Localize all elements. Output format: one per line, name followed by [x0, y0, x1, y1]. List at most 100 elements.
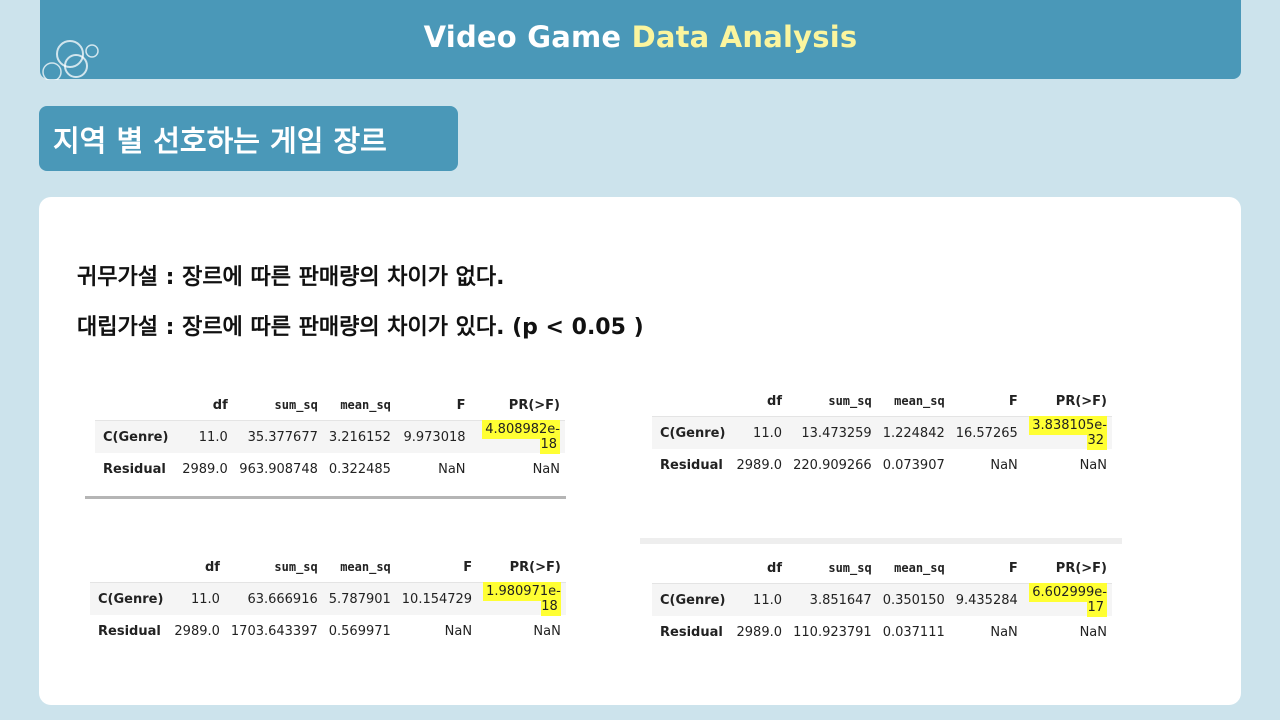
row-index: Residual — [660, 624, 723, 640]
cell-mean-sq: 0.037111 — [882, 624, 945, 640]
cell-f: 10.154729 — [395, 582, 478, 615]
table-row: Residual 2989.0 110.923791 0.037111 NaN … — [652, 616, 1112, 648]
table-row: Residual 2989.0 220.909266 0.073907 NaN … — [652, 449, 1112, 481]
cell-pr: 3.838105e-32 — [1022, 416, 1112, 450]
column-header-f: F — [949, 553, 1023, 584]
column-header-pr: PR(>F) — [1022, 386, 1112, 417]
table-row: C(Genre) 11.0 35.377677 3.216152 9.97301… — [95, 420, 565, 454]
alternative-hypothesis: 대립가설 : 장르에 따른 판매량의 차이가 있다. (p < 0.05 ) — [77, 315, 644, 340]
cell-pr: 4.808982e-18 — [470, 420, 565, 454]
column-header-df: df — [175, 390, 233, 421]
column-header-df: df — [730, 386, 787, 417]
column-header-pr: PR(>F) — [470, 390, 565, 421]
column-header-sum-sq: sum_sq — [224, 552, 323, 583]
table-header-row: df sum_sq mean_sq F PR(>F) — [90, 552, 566, 583]
section-tab: 지역 별 선호하는 게임 장르 — [39, 106, 458, 171]
table-row: Residual 2989.0 963.908748 0.322485 NaN … — [95, 453, 565, 485]
column-header-mean-sq: mean_sq — [322, 552, 396, 583]
column-header-f: F — [949, 386, 1023, 417]
cell-mean-sq: 3.216152 — [322, 420, 396, 453]
cell-df: 11.0 — [175, 420, 233, 453]
cell-sum-sq: 13.473259 — [787, 416, 877, 449]
cell-f: NaN — [990, 624, 1018, 640]
title-main: Video Game — [423, 20, 632, 54]
cell-pr: 6.602999e-17 — [1022, 583, 1112, 617]
row-index: C(Genre) — [95, 420, 176, 453]
cell-df: 2989.0 — [182, 461, 228, 477]
column-header-index — [652, 386, 731, 417]
highlighted-p-value: 3.838105e-32 — [1029, 416, 1107, 450]
cell-pr: NaN — [532, 461, 560, 477]
header-bar: Video Game Data Analysis — [40, 0, 1241, 80]
row-index: C(Genre) — [652, 583, 731, 616]
cell-sum-sq: 3.851647 — [787, 583, 877, 616]
cell-sum-sq: 35.377677 — [232, 420, 323, 453]
cell-mean-sq: 0.350150 — [876, 583, 950, 616]
cell-mean-sq: 0.073907 — [882, 457, 945, 473]
highlighted-p-value: 1.980971e-18 — [483, 582, 561, 616]
anova-table-4: df sum_sq mean_sq F PR(>F) C(Genre) 11.0… — [652, 553, 1112, 648]
cell-df: 11.0 — [730, 416, 787, 449]
cell-f: NaN — [444, 623, 473, 639]
cell-f: 9.973018 — [395, 420, 471, 453]
cell-pr: NaN — [1079, 624, 1107, 640]
anova-table-1: df sum_sq mean_sq F PR(>F) C(Genre) 11.0… — [95, 390, 565, 485]
cell-f: NaN — [990, 457, 1018, 473]
anova-table-3: df sum_sq mean_sq F PR(>F) C(Genre) 11.0… — [90, 552, 566, 647]
row-index: Residual — [98, 623, 161, 639]
column-header-index — [95, 390, 176, 421]
cell-df: 11.0 — [168, 582, 225, 615]
cell-mean-sq: 5.787901 — [322, 582, 396, 615]
table-header-row: df sum_sq mean_sq F PR(>F) — [652, 553, 1112, 584]
row-index: C(Genre) — [90, 582, 169, 615]
column-header-f: F — [395, 390, 471, 421]
cell-f: 16.57265 — [949, 416, 1023, 449]
section-title: 지역 별 선호하는 게임 장르 — [53, 124, 387, 158]
row-index: Residual — [660, 457, 723, 473]
column-header-pr: PR(>F) — [477, 552, 566, 583]
column-header-mean-sq: mean_sq — [322, 390, 396, 421]
row-index: C(Genre) — [652, 416, 731, 449]
column-header-f: F — [395, 552, 478, 583]
row-index: Residual — [103, 461, 166, 477]
column-header-df: df — [730, 553, 787, 584]
null-hypothesis: 귀무가설 : 장르에 따른 판매량의 차이가 없다. — [77, 265, 505, 290]
highlighted-p-value: 6.602999e-17 — [1029, 583, 1107, 617]
table-row: C(Genre) 11.0 13.473259 1.224842 16.5726… — [652, 416, 1112, 450]
cell-sum-sq: 963.908748 — [239, 461, 318, 477]
cell-sum-sq: 110.923791 — [793, 624, 872, 640]
cell-sum-sq: 63.666916 — [224, 582, 323, 615]
column-header-sum-sq: sum_sq — [232, 390, 323, 421]
table-row: C(Genre) 11.0 63.666916 5.787901 10.1547… — [90, 582, 566, 616]
column-header-sum-sq: sum_sq — [787, 386, 877, 417]
cell-sum-sq: 220.909266 — [793, 457, 872, 473]
highlighted-p-value: 4.808982e-18 — [482, 420, 560, 454]
column-header-pr: PR(>F) — [1022, 553, 1112, 584]
title-accent: Data Analysis — [631, 20, 858, 54]
table-row: Residual 2989.0 1703.643397 0.569971 NaN… — [90, 615, 566, 647]
column-header-mean-sq: mean_sq — [876, 553, 950, 584]
cell-mean-sq: 0.569971 — [328, 623, 391, 639]
table-row: C(Genre) 11.0 3.851647 0.350150 9.435284… — [652, 583, 1112, 617]
cell-f: NaN — [438, 461, 466, 477]
cell-df: 2989.0 — [736, 624, 783, 640]
page-title: Video Game Data Analysis — [40, 20, 1241, 54]
table-divider — [85, 496, 566, 499]
cell-mean-sq: 0.322485 — [328, 461, 391, 477]
column-header-mean-sq: mean_sq — [876, 386, 950, 417]
cell-df: 11.0 — [730, 583, 787, 616]
cell-pr: 1.980971e-18 — [477, 582, 566, 616]
table-header-row: df sum_sq mean_sq F PR(>F) — [652, 386, 1112, 417]
cell-mean-sq: 1.224842 — [876, 416, 950, 449]
column-header-df: df — [168, 552, 225, 583]
cell-pr: NaN — [533, 623, 561, 639]
table-divider — [640, 538, 1122, 544]
column-header-index — [652, 553, 731, 584]
cell-df: 2989.0 — [174, 623, 220, 639]
cell-pr: NaN — [1079, 457, 1107, 473]
cell-sum-sq: 1703.643397 — [230, 623, 318, 639]
anova-table-2: df sum_sq mean_sq F PR(>F) C(Genre) 11.0… — [652, 386, 1112, 481]
column-header-index — [90, 552, 169, 583]
cell-f: 9.435284 — [949, 583, 1023, 616]
table-header-row: df sum_sq mean_sq F PR(>F) — [95, 390, 565, 421]
